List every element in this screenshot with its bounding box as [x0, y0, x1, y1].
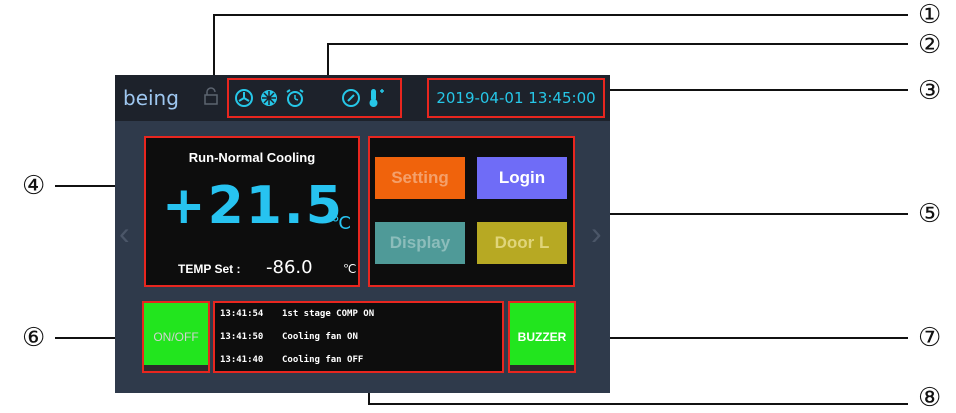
chevron-left-icon[interactable]: ‹	[119, 215, 130, 252]
callout-1: ①	[918, 0, 942, 30]
buzzer-button[interactable]: BUZZER	[508, 301, 576, 373]
lock-icon[interactable]	[203, 87, 219, 108]
callout-3: ③	[918, 76, 942, 106]
button-panel: Setting Login Display Door L	[368, 136, 575, 287]
temp-set-label: TEMP Set :	[178, 262, 241, 276]
callout-line-3	[605, 89, 908, 91]
log-time: 13:41:40	[220, 355, 264, 365]
setting-button[interactable]: Setting	[375, 157, 465, 199]
callout-line-2	[327, 43, 329, 79]
thermometer-icon	[365, 88, 387, 112]
log-row: 13:41:50 Cooling fan ON	[220, 332, 358, 342]
fan-icon	[234, 88, 254, 112]
callout-line-8	[368, 403, 908, 405]
brand-logo: being	[123, 86, 179, 110]
callout-line-5	[575, 213, 908, 215]
callout-line-1	[213, 14, 908, 16]
log-message: 1st stage COMP ON	[282, 309, 375, 319]
callout-4: ④	[22, 171, 46, 201]
onoff-bar	[144, 365, 208, 371]
callout-2: ②	[918, 30, 942, 60]
display-button[interactable]: Display	[375, 222, 465, 264]
log-time: 13:41:54	[220, 309, 264, 319]
status-icons	[227, 78, 402, 118]
door-lock-button[interactable]: Door L	[477, 222, 567, 264]
callout-6: ⑥	[22, 323, 46, 353]
log-time: 13:41:50	[220, 332, 264, 342]
top-bar: being 2019-04-01 13:45:00	[115, 75, 610, 121]
temp-set-value: -86.0	[266, 257, 313, 278]
buzzer-label: BUZZER	[517, 330, 567, 344]
alarm-icon	[285, 88, 307, 112]
callout-line-2	[327, 43, 908, 45]
onoff-button[interactable]: ON/OFF	[142, 301, 210, 373]
defrost-icon	[259, 88, 279, 112]
log-message: Cooling fan ON	[282, 332, 358, 342]
login-button[interactable]: Login	[477, 157, 567, 199]
log-row: 13:41:40 Cooling fan OFF	[220, 355, 363, 365]
run-status: Run-Normal Cooling	[188, 150, 316, 165]
current-temperature: +21.5	[162, 176, 344, 236]
log-row: 13:41:54 1st stage COMP ON	[220, 309, 374, 319]
temperature-unit: ℃	[331, 213, 352, 233]
callout-8: ⑧	[918, 383, 942, 413]
temp-set-unit: ℃	[343, 262, 357, 276]
callout-5: ⑤	[918, 199, 942, 229]
device-screen: being 2019-04-01 13:45:00 ‹ › Run-Normal…	[115, 75, 610, 393]
chevron-right-icon[interactable]: ›	[591, 215, 602, 252]
callout-7: ⑦	[918, 323, 942, 353]
callout-line-1	[213, 14, 215, 76]
temperature-panel: Run-Normal Cooling +21.5 ℃ TEMP Set : -8…	[144, 136, 360, 287]
gauge-icon	[341, 88, 361, 112]
datetime-display: 2019-04-01 13:45:00	[427, 78, 605, 118]
buzzer-bar	[510, 365, 574, 371]
log-message: Cooling fan OFF	[282, 355, 364, 365]
callout-line-7	[575, 337, 908, 339]
onoff-label: ON/OFF	[153, 330, 199, 344]
event-log: 13:41:54 1st stage COMP ON 13:41:50 Coolin…	[213, 301, 504, 373]
